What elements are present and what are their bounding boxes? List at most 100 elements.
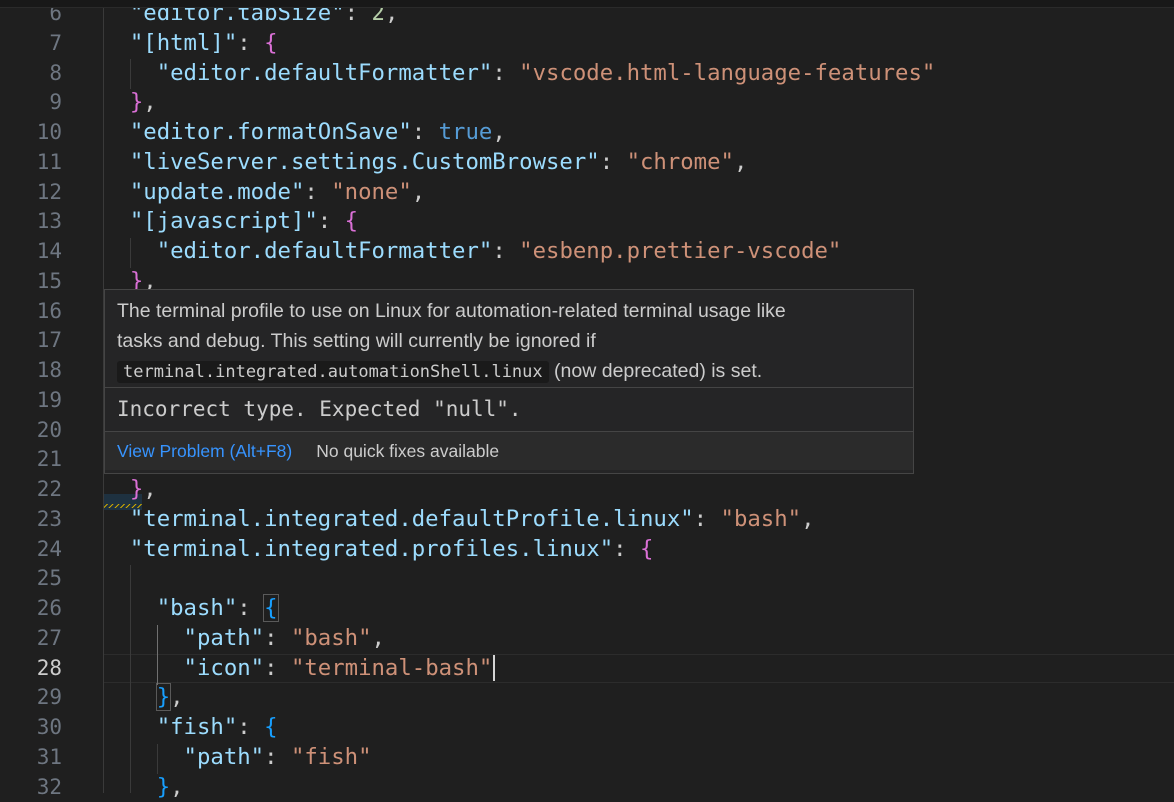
code-line[interactable]: 9 },	[0, 88, 1174, 118]
code-token: :	[600, 149, 627, 175]
code-line[interactable]: 29 },	[0, 683, 1174, 713]
code-token	[103, 744, 184, 770]
code-line[interactable]: 25	[0, 564, 1174, 594]
line-number: 24	[0, 535, 62, 565]
line-number: 29	[0, 683, 62, 713]
code-token: {	[640, 536, 653, 562]
hover-desc-text: tasks and debug. This setting will curre…	[117, 330, 596, 352]
code-token: true	[439, 119, 493, 145]
code-token	[103, 149, 130, 175]
line-number: 30	[0, 713, 62, 743]
code-text: "editor.formatOnSave": true,	[103, 118, 506, 148]
line-number: 12	[0, 178, 62, 208]
code-line[interactable]: 26 "bash": {	[0, 594, 1174, 624]
code-token: :	[412, 119, 439, 145]
indent-guide	[130, 238, 131, 268]
code-token: "terminal-bash"	[291, 655, 492, 681]
line-number: 11	[0, 148, 62, 178]
code-token: ,	[492, 119, 505, 145]
code-token: "editor.defaultFormatter"	[157, 238, 493, 264]
code-token: "path"	[184, 625, 265, 651]
code-line[interactable]: 30 "fish": {	[0, 713, 1174, 743]
code-token: :	[237, 30, 264, 56]
code-token	[103, 536, 130, 562]
code-token: :	[492, 238, 519, 264]
code-token: :	[492, 60, 519, 86]
line-number: 21	[0, 445, 62, 475]
code-line[interactable]: 31 "path": "fish"	[0, 743, 1174, 773]
code-token: {	[345, 208, 358, 234]
line-number: 31	[0, 743, 62, 773]
code-text: "path": "fish"	[103, 743, 372, 773]
code-line[interactable]: 8 "editor.defaultFormatter": "vscode.htm…	[0, 59, 1174, 89]
code-line[interactable]: 23 "terminal.integrated.defaultProfile.l…	[0, 505, 1174, 535]
code-line[interactable]: 10 "editor.formatOnSave": true,	[0, 118, 1174, 148]
line-number: 7	[0, 29, 62, 59]
line-number: 9	[0, 88, 62, 118]
code-line[interactable]: 27 "path": "bash",	[0, 624, 1174, 654]
code-token: {	[264, 595, 277, 621]
code-token	[103, 119, 130, 145]
code-token: "fish"	[291, 744, 372, 770]
code-text: "editor.defaultFormatter": "vscode.html-…	[103, 59, 935, 89]
code-line[interactable]: 22 },	[0, 475, 1174, 505]
code-token: :	[237, 595, 264, 621]
code-token	[103, 89, 130, 115]
code-line[interactable]: 28 "icon": "terminal-bash"	[0, 654, 1174, 684]
code-line[interactable]: 7 "[html]": {	[0, 29, 1174, 59]
code-token: "terminal.integrated.profiles.linux"	[130, 536, 613, 562]
text-cursor	[493, 655, 495, 681]
code-token: "chrome"	[627, 149, 734, 175]
code-token: ,	[143, 476, 156, 502]
code-line[interactable]: 11 "liveServer.settings.CustomBrowser": …	[0, 148, 1174, 178]
code-token: :	[237, 714, 264, 740]
code-token: "fish"	[157, 714, 238, 740]
code-text: "[html]": {	[103, 29, 278, 59]
code-token: :	[694, 506, 721, 532]
code-token	[103, 208, 130, 234]
line-number: 8	[0, 59, 62, 89]
code-token	[103, 506, 130, 532]
code-token: :	[264, 744, 291, 770]
code-token: "[javascript]"	[130, 208, 318, 234]
indent-guide	[157, 625, 158, 685]
line-number: 20	[0, 416, 62, 446]
code-line[interactable]: 13 "[javascript]": {	[0, 207, 1174, 237]
code-token: "bash"	[291, 625, 372, 651]
code-token: }	[130, 476, 143, 502]
code-line[interactable]: 12 "update.mode": "none",	[0, 178, 1174, 208]
hover-desc-text: (now deprecated) is set.	[549, 360, 763, 382]
line-number: 13	[0, 207, 62, 237]
code-text: "[javascript]": {	[103, 207, 358, 237]
hover-desc-line: tasks and debug. This setting will curre…	[117, 326, 901, 356]
hover-tooltip: The terminal profile to use on Linux for…	[104, 289, 914, 474]
code-token: "esbenp.prettier-vscode"	[519, 238, 841, 264]
code-text: "path": "bash",	[103, 624, 385, 654]
line-number: 10	[0, 118, 62, 148]
code-token: "path"	[184, 744, 265, 770]
line-number: 14	[0, 237, 62, 267]
code-token: ,	[734, 149, 747, 175]
code-text: },	[103, 683, 184, 713]
code-token: "terminal.integrated.defaultProfile.linu…	[130, 506, 694, 532]
line-number: 15	[0, 267, 62, 297]
code-line[interactable]: 24 "terminal.integrated.profiles.linux":…	[0, 535, 1174, 565]
code-token: ,	[170, 684, 183, 710]
title-bar-edge	[0, 0, 1174, 8]
hover-desc-line: The terminal profile to use on Linux for…	[117, 296, 901, 326]
code-token: ,	[412, 179, 425, 205]
code-token: "liveServer.settings.CustomBrowser"	[130, 149, 600, 175]
code-token: }	[130, 89, 143, 115]
code-line[interactable]: 32 },	[0, 773, 1174, 802]
view-problem-link[interactable]: View Problem (Alt+F8)	[117, 441, 292, 461]
code-line[interactable]: 14 "editor.defaultFormatter": "esbenp.pr…	[0, 237, 1174, 267]
code-token: ,	[372, 625, 385, 651]
line-number: 26	[0, 594, 62, 624]
indent-guide	[130, 59, 131, 89]
line-number: 28	[0, 654, 62, 684]
indent-guide	[157, 744, 158, 774]
line-number: 27	[0, 624, 62, 654]
code-token: ,	[170, 774, 183, 800]
code-token	[103, 625, 184, 651]
code-token: ,	[143, 89, 156, 115]
